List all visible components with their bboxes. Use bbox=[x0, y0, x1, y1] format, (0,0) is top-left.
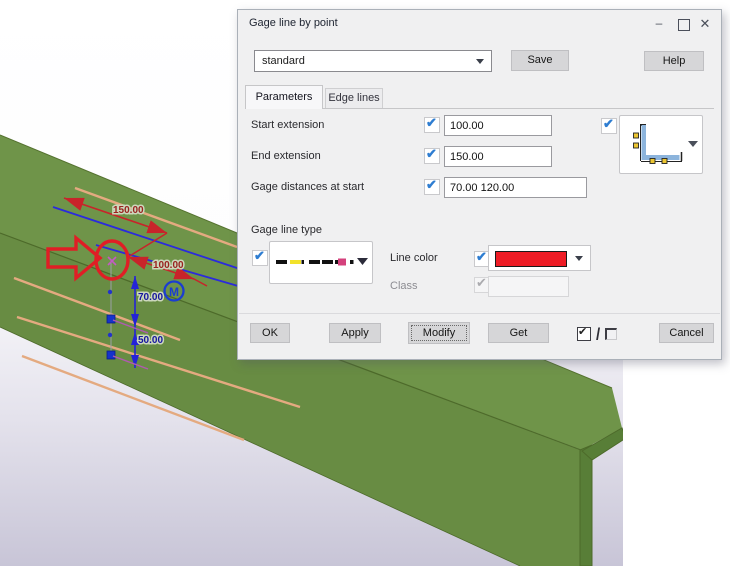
chevron-down-icon bbox=[476, 59, 484, 64]
application-window: 150.00 100.00 70.00 50.00 M Gage line by… bbox=[0, 0, 730, 566]
checkbox-off-icon bbox=[605, 328, 618, 340]
tab-parameters-label: Parameters bbox=[255, 91, 313, 103]
tab-parameters[interactable]: Parameters bbox=[245, 85, 323, 109]
cancel-button-label: Cancel bbox=[669, 327, 704, 339]
ok-button-label: OK bbox=[262, 327, 278, 339]
checkbox-on-icon bbox=[577, 325, 591, 341]
dimension-label-150: 150.00 bbox=[113, 205, 144, 216]
help-button-label: Help bbox=[662, 55, 686, 67]
get-button[interactable]: Get bbox=[488, 323, 549, 343]
toggle-all-checkboxes[interactable]: / bbox=[577, 324, 618, 344]
apply-button-label: Apply bbox=[341, 327, 369, 339]
point-handle[interactable] bbox=[107, 289, 113, 295]
settings-combobox-value: standard bbox=[262, 55, 305, 67]
modify-button-label: Modify bbox=[422, 327, 456, 339]
line-color-dropdown[interactable] bbox=[488, 245, 591, 271]
l-profile-gage-points-icon bbox=[633, 124, 698, 164]
start-extension-input[interactable] bbox=[444, 115, 552, 136]
beam-end-leg-face bbox=[579, 444, 593, 566]
gage-line-type-checkbox[interactable] bbox=[252, 248, 268, 266]
end-extension-label: End extension bbox=[251, 150, 321, 162]
end-extension-input[interactable] bbox=[444, 146, 552, 167]
dimension-label-70: 70.00 bbox=[138, 292, 163, 303]
class-label: Class bbox=[390, 280, 418, 292]
gage-distances-label: Gage distances at start bbox=[251, 181, 365, 193]
gage-line-type-label: Gage line type bbox=[251, 224, 322, 236]
minimize-icon[interactable]: – bbox=[650, 14, 668, 33]
gage-line-dialog: Gage line by point – ✕ standard Save Hel… bbox=[237, 9, 722, 360]
gage-distances-checkbox[interactable] bbox=[424, 177, 440, 195]
line-color-label: Line color bbox=[390, 252, 438, 264]
square-handle[interactable] bbox=[106, 350, 116, 360]
dialog-title: Gage line by point bbox=[249, 17, 338, 29]
dialog-titlebar: Gage line by point – ✕ bbox=[238, 10, 721, 37]
maximize-icon[interactable] bbox=[678, 19, 690, 31]
modify-button[interactable]: Modify bbox=[408, 322, 470, 344]
get-button-label: Get bbox=[509, 327, 528, 339]
gage-distances-input[interactable] bbox=[444, 177, 587, 198]
apply-button[interactable]: Apply bbox=[329, 323, 381, 343]
profile-picker-checkbox[interactable] bbox=[601, 116, 617, 134]
line-type-dropdown[interactable] bbox=[269, 241, 373, 284]
chevron-down-icon bbox=[575, 256, 583, 261]
class-input bbox=[488, 276, 569, 297]
point-handle[interactable] bbox=[107, 332, 113, 338]
dimension-label-100: 100.00 bbox=[153, 260, 184, 271]
save-button-label: Save bbox=[527, 54, 553, 66]
end-extension-checkbox[interactable] bbox=[424, 146, 440, 164]
settings-combobox[interactable]: standard bbox=[254, 50, 492, 72]
tab-edge-lines-label: Edge lines bbox=[328, 92, 380, 104]
toggle-slash: / bbox=[596, 324, 601, 344]
start-extension-label: Start extension bbox=[251, 119, 325, 131]
ok-button[interactable]: OK bbox=[250, 323, 290, 343]
color-swatch bbox=[495, 251, 567, 267]
start-extension-checkbox[interactable] bbox=[424, 115, 440, 133]
button-separator bbox=[239, 313, 720, 314]
close-icon[interactable]: ✕ bbox=[696, 14, 714, 33]
save-button[interactable]: Save bbox=[511, 50, 569, 71]
square-handle[interactable] bbox=[106, 314, 116, 324]
line-type-pattern-icon bbox=[276, 258, 368, 266]
tab-edge-lines[interactable]: Edge lines bbox=[325, 88, 383, 109]
dimension-label-50: 50.00 bbox=[138, 335, 163, 346]
profile-picker-dropdown[interactable] bbox=[619, 115, 703, 174]
help-button[interactable]: Help bbox=[644, 51, 704, 71]
origin-letter: M bbox=[169, 285, 179, 299]
cancel-button[interactable]: Cancel bbox=[659, 323, 714, 343]
